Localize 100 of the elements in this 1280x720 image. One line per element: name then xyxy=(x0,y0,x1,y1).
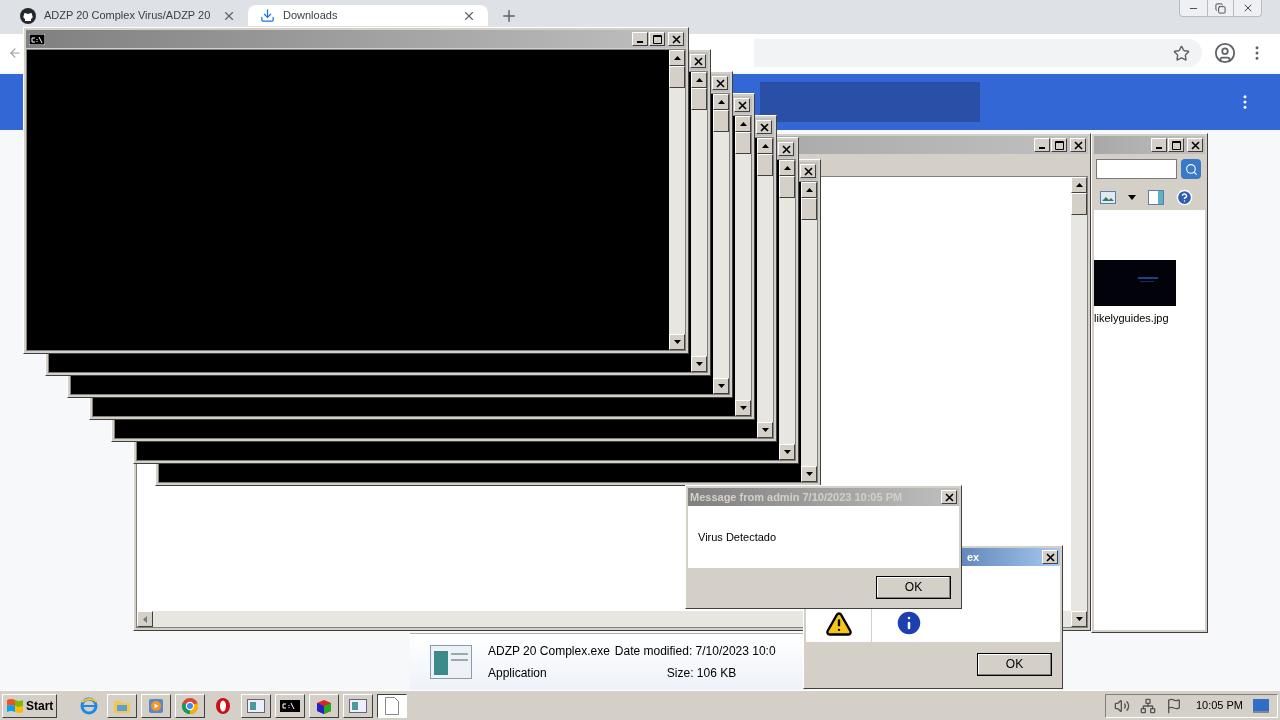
minimize-icon xyxy=(637,41,643,43)
close-icon xyxy=(803,166,813,176)
scroll-thumb[interactable] xyxy=(757,154,773,176)
minimize-icon xyxy=(1039,147,1045,149)
help-icon[interactable] xyxy=(1176,188,1193,206)
maximize-button[interactable] xyxy=(1051,138,1067,152)
close-button[interactable] xyxy=(734,98,750,112)
start-button[interactable]: Start xyxy=(2,693,58,718)
up-arrow-icon xyxy=(673,56,681,60)
scroll-down-button[interactable] xyxy=(691,356,707,372)
close-icon xyxy=(737,100,747,110)
close-button[interactable] xyxy=(800,164,816,178)
close-button[interactable] xyxy=(712,76,728,90)
down-arrow-icon xyxy=(761,428,769,432)
maximize-button[interactable] xyxy=(1168,138,1184,152)
minimize-button[interactable] xyxy=(1151,138,1167,152)
taskbar-button[interactable] xyxy=(377,693,408,718)
scroll-down-button[interactable] xyxy=(1071,611,1087,627)
close-button[interactable] xyxy=(1070,138,1086,152)
scroll-down-button[interactable] xyxy=(757,422,773,438)
scroll-thumb[interactable] xyxy=(669,66,685,88)
scroll-up-button[interactable] xyxy=(801,182,817,198)
close-button[interactable] xyxy=(1042,550,1058,564)
scrollbar[interactable] xyxy=(669,50,685,350)
network-icon[interactable] xyxy=(1139,697,1156,714)
scrollbar[interactable] xyxy=(801,182,817,482)
scrollbar[interactable] xyxy=(757,138,773,438)
scrollbar[interactable] xyxy=(713,94,729,394)
search-field[interactable] xyxy=(760,82,980,122)
scroll-down-button[interactable] xyxy=(779,444,795,460)
scroll-down-button[interactable] xyxy=(735,400,751,416)
scrollbar[interactable] xyxy=(735,116,751,416)
search-field[interactable] xyxy=(1096,159,1177,179)
dialog-title: ex xyxy=(967,549,980,565)
down-arrow-icon xyxy=(739,406,747,410)
search-button[interactable] xyxy=(1181,159,1201,179)
close-button[interactable] xyxy=(756,120,772,134)
flag-logo-icon xyxy=(6,697,24,714)
file-item[interactable]: likelyguides.jpg xyxy=(1094,260,1205,327)
scrollbar[interactable] xyxy=(691,72,707,372)
flag-icon[interactable] xyxy=(1165,697,1182,714)
scroll-up-button[interactable] xyxy=(1071,177,1087,193)
scroll-thumb[interactable] xyxy=(713,110,729,132)
new-tab-icon[interactable] xyxy=(500,7,518,25)
browser-globe-icon xyxy=(80,696,99,715)
dropdown-arrow-icon[interactable] xyxy=(1128,194,1136,200)
scroll-up-button[interactable] xyxy=(757,138,773,154)
clock[interactable]: 10:05 PM xyxy=(1195,697,1243,714)
bookmark-star-icon[interactable] xyxy=(1173,44,1190,62)
speaker-icon[interactable] xyxy=(1113,697,1130,714)
message-text: Virus Detectado xyxy=(698,529,777,545)
close-button[interactable] xyxy=(690,54,706,68)
minimize-button[interactable] xyxy=(632,32,648,46)
down-arrow-icon xyxy=(695,362,703,366)
scroll-left-button[interactable] xyxy=(137,611,153,627)
tab-title: Downloads xyxy=(283,8,338,24)
scroll-thumb[interactable] xyxy=(691,88,707,110)
close-icon xyxy=(944,492,954,502)
scroll-up-button[interactable] xyxy=(735,116,751,132)
minimize-button[interactable] xyxy=(1034,138,1050,152)
desktop-icon[interactable] xyxy=(1253,698,1269,713)
scroll-thumb[interactable] xyxy=(735,132,751,154)
restore-button[interactable] xyxy=(1207,0,1234,16)
down-arrow-icon xyxy=(717,384,725,388)
back-icon[interactable] xyxy=(8,46,22,60)
up-arrow-icon xyxy=(1075,183,1083,187)
cat-logo-icon xyxy=(20,7,36,24)
ok-button[interactable]: OK xyxy=(977,652,1052,676)
file-type: Application xyxy=(488,665,548,682)
close-button[interactable] xyxy=(668,32,684,46)
close-button[interactable] xyxy=(1187,138,1203,152)
profile-icon[interactable] xyxy=(1214,42,1236,64)
up-arrow-icon xyxy=(783,166,791,170)
file-name: likelyguides.jpg xyxy=(1094,311,1169,326)
up-arrow-icon xyxy=(739,122,747,126)
scroll-up-button[interactable] xyxy=(713,94,729,110)
scrollbar[interactable] xyxy=(1071,177,1087,627)
down-arrow-icon xyxy=(673,340,681,344)
ok-button[interactable]: OK xyxy=(876,575,951,599)
scrollbar[interactable] xyxy=(779,160,795,460)
scroll-thumb[interactable] xyxy=(801,198,817,220)
scroll-up-button[interactable] xyxy=(779,160,795,176)
scroll-up-button[interactable] xyxy=(691,72,707,88)
scroll-down-button[interactable] xyxy=(669,334,685,350)
scroll-thumb[interactable] xyxy=(1071,193,1087,215)
close-button[interactable] xyxy=(941,490,957,504)
scroll-thumb[interactable] xyxy=(779,176,795,198)
search-icon xyxy=(1184,162,1198,176)
maximize-button[interactable] xyxy=(649,32,665,46)
scroll-down-button[interactable] xyxy=(713,378,729,394)
browser-tab[interactable]: Downloads xyxy=(248,5,488,26)
image-view-icon[interactable] xyxy=(1100,190,1116,204)
close-button[interactable] xyxy=(778,142,794,156)
maximize-icon xyxy=(1171,140,1181,150)
scroll-down-button[interactable] xyxy=(801,466,817,482)
tab-title: ADZP 20 Complex Virus/ADZP 20 xyxy=(44,8,211,24)
scroll-up-button[interactable] xyxy=(669,50,685,66)
console-icon xyxy=(29,33,45,45)
close-icon xyxy=(693,56,703,66)
preview-pane-icon[interactable] xyxy=(1148,189,1164,205)
